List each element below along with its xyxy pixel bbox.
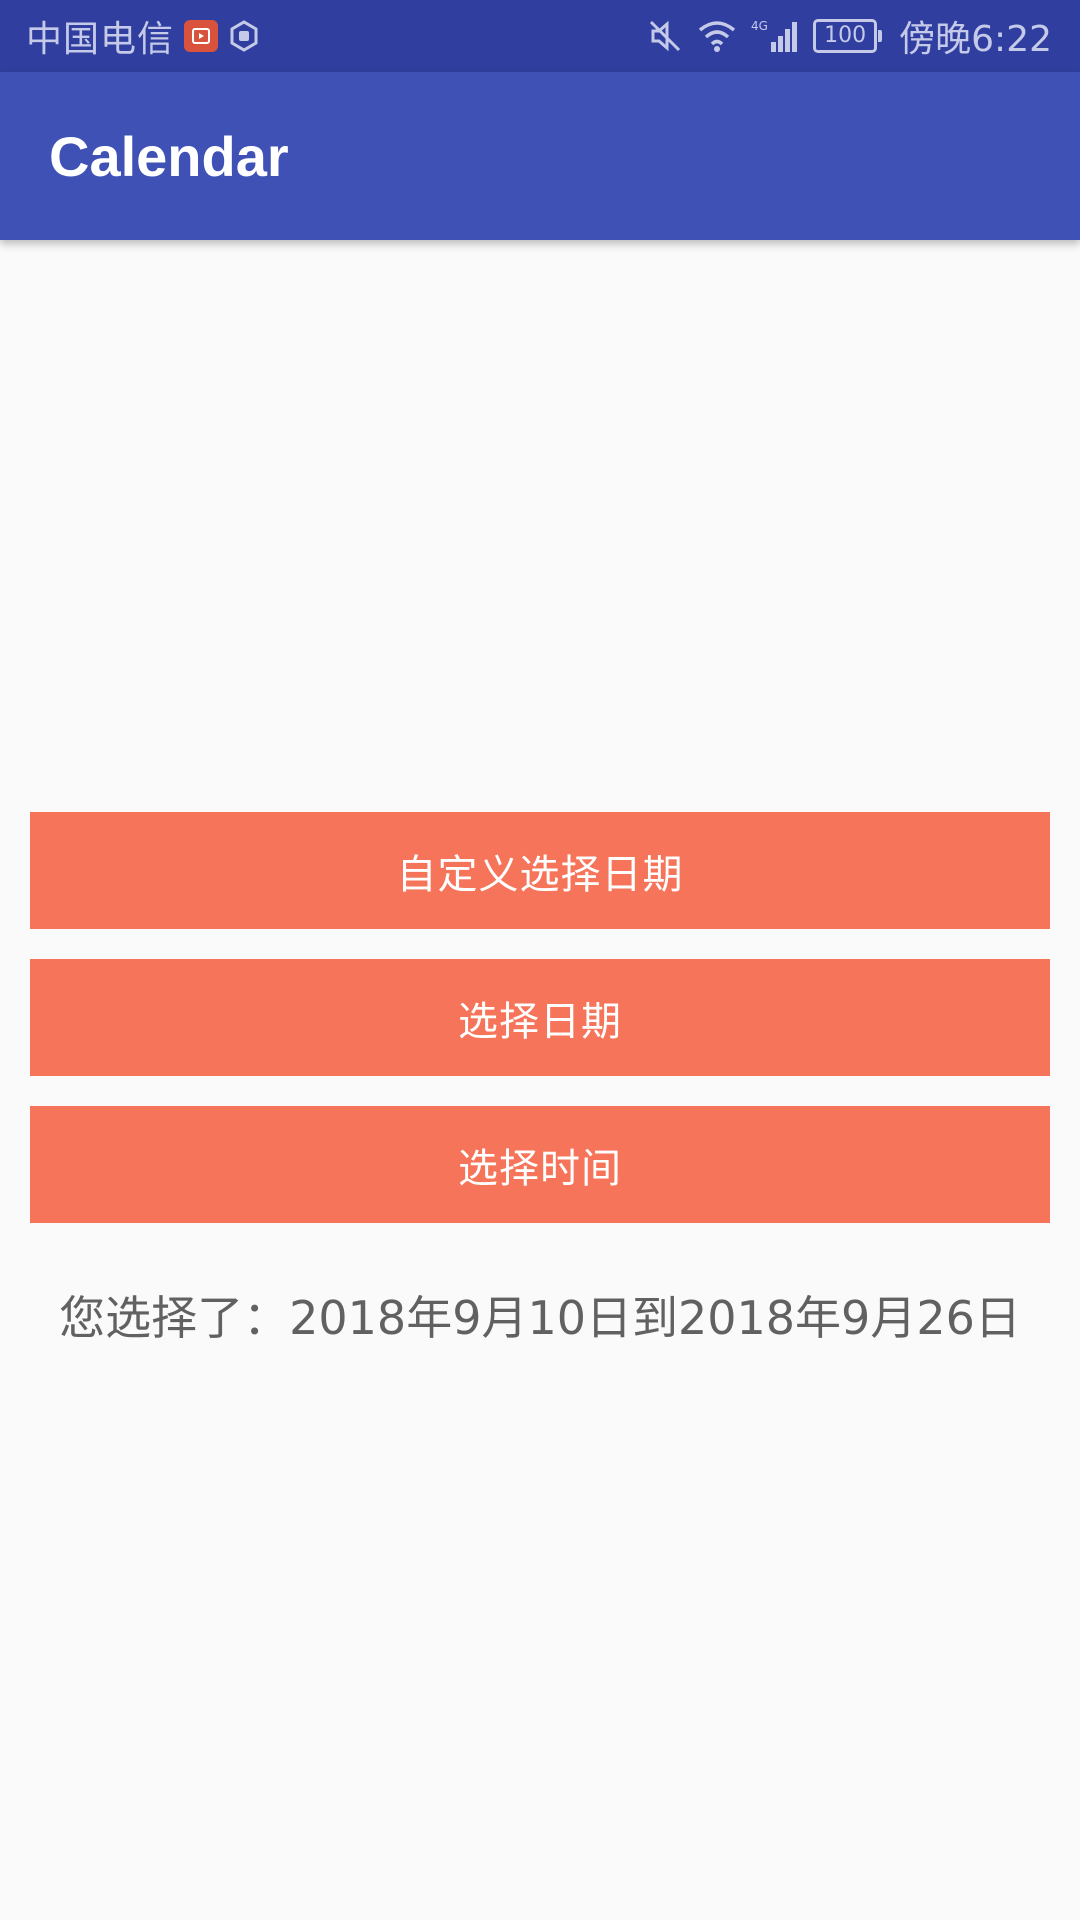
status-bar: 中国电信 4G 100 傍晚6:22 — [0, 0, 1080, 72]
video-app-icon — [184, 20, 219, 52]
app-bar: Calendar — [0, 72, 1080, 240]
signal-icon: 4G — [751, 18, 799, 54]
status-right: 4G 100 傍晚6:22 — [647, 10, 1052, 62]
carrier-label: 中国电信 — [26, 19, 175, 60]
shield-hand-icon — [228, 20, 260, 52]
selection-result-text: 您选择了：2018年9月10日到2018年9月26日 — [59, 1291, 1021, 1345]
custom-select-date-button[interactable]: 自定义选择日期 — [30, 812, 1050, 929]
status-time: 傍晚6:22 — [899, 19, 1052, 60]
select-date-button[interactable]: 选择日期 — [30, 959, 1050, 1076]
status-left: 中国电信 — [26, 10, 260, 62]
wifi-icon — [697, 18, 737, 54]
app-title: Calendar — [49, 124, 289, 188]
network-type-label: 4G — [751, 19, 768, 33]
select-time-button[interactable]: 选择时间 — [30, 1106, 1050, 1223]
mute-icon — [647, 18, 683, 54]
battery-indicator: 100 — [813, 19, 883, 53]
